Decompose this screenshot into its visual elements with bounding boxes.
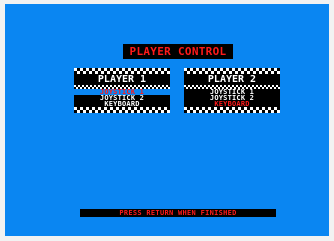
game-screen: PLAYER CONTROL PLAYER 1 JOYSTICK 1 JOYST… [5, 4, 329, 236]
player-1-label: PLAYER 1 [97, 74, 147, 85]
player-2-label: PLAYER 2 [207, 74, 257, 85]
panel-bottom-border [74, 107, 170, 113]
player-2-options: JOYSTICK 1 JOYSTICK 2 KEYBOARD [184, 89, 280, 108]
screen-title: PLAYER CONTROL [123, 44, 233, 59]
player-1-panel: PLAYER 1 JOYSTICK 1 JOYSTICK 2 KEYBOARD [74, 68, 170, 113]
player-1-options: JOYSTICK 1 JOYSTICK 2 KEYBOARD [74, 89, 170, 108]
player-2-panel: PLAYER 2 JOYSTICK 1 JOYSTICK 2 KEYBOARD [184, 68, 280, 113]
panel-bottom-border [184, 107, 280, 113]
footer-instruction: PRESS RETURN WHEN FINISHED [80, 209, 276, 217]
